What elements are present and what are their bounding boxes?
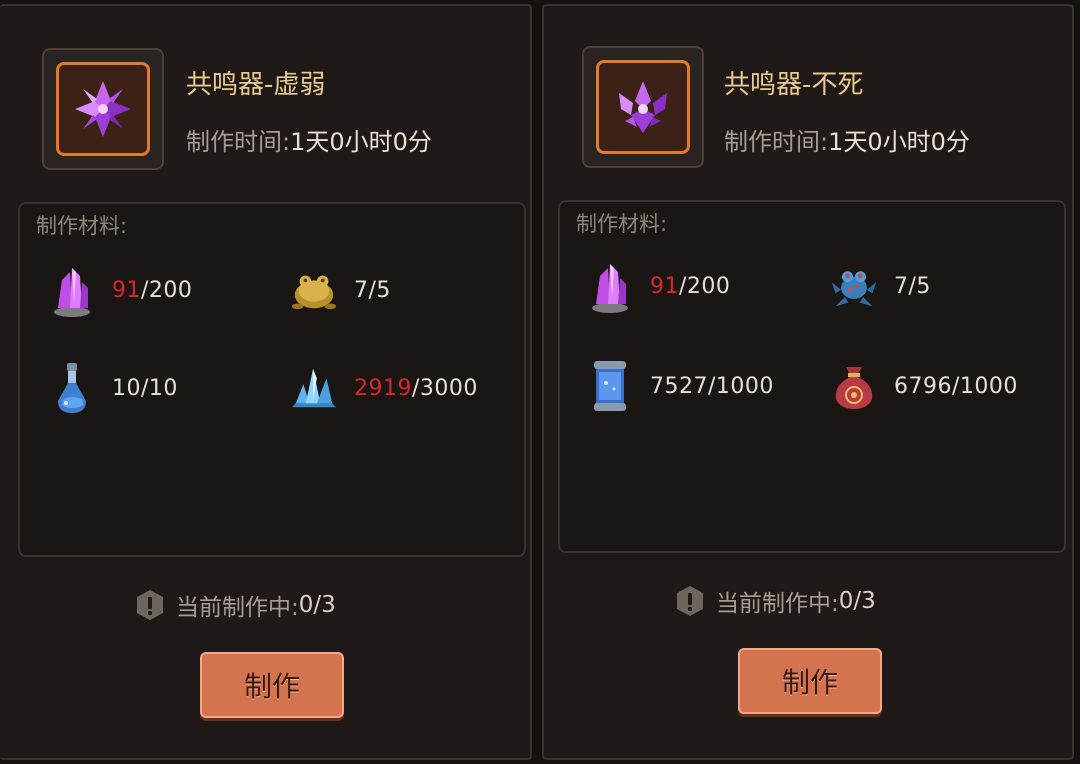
material-item[interactable]: 7/5 <box>290 262 391 318</box>
material-count: 10/10 <box>112 376 178 401</box>
material-need: /5 <box>368 277 391 303</box>
craft-time: 制作时间:1天0小时0分 <box>724 122 970 157</box>
material-item[interactable]: 7/5 <box>830 258 931 314</box>
item-icon-frame[interactable] <box>582 46 704 168</box>
status-value: 0/3 <box>298 592 336 618</box>
crafting-status: 当前制作中: 0/3 <box>676 584 876 618</box>
recipe-panel-undead: 共鸣器-不死 制作时间:1天0小时0分 制作材料: 91/200 7/5 752… <box>542 4 1074 760</box>
material-count: 91/200 <box>112 278 192 303</box>
material-have: 91 <box>112 277 141 303</box>
material-have: 6796 <box>894 373 952 399</box>
material-item[interactable]: 2919/3000 <box>290 360 478 416</box>
craft-button[interactable]: 制作 <box>200 652 344 718</box>
blue-crystal-cluster-icon <box>291 368 337 408</box>
material-have: 7527 <box>650 373 708 399</box>
alert-icon <box>677 586 703 616</box>
crafting-status: 当前制作中: 0/3 <box>136 588 336 622</box>
material-count: 7/5 <box>894 274 931 299</box>
status-label: 当前制作中: <box>716 591 839 617</box>
material-have: 7 <box>894 273 909 299</box>
blue-frog-icon <box>831 271 877 307</box>
recipe-title: 共鸣器-虚弱 <box>186 70 326 100</box>
material-have: 91 <box>650 273 679 299</box>
purple-crown-crystal-icon <box>619 81 667 133</box>
material-count: 6796/1000 <box>894 374 1018 399</box>
craft-button[interactable]: 制作 <box>738 648 882 714</box>
blue-potion-icon <box>58 363 86 413</box>
materials-box: 制作材料: 91/200 <box>18 202 526 557</box>
material-need: /1000 <box>708 373 774 399</box>
material-have: 2919 <box>354 375 412 401</box>
materials-label: 制作材料: <box>36 214 128 238</box>
materials-box: 制作材料: 91/200 <box>558 200 1066 553</box>
craft-time: 制作时间:1天0小时0分 <box>186 122 432 157</box>
status-label: 当前制作中: <box>176 595 299 621</box>
craft-time-value: 1天0小时0分 <box>290 128 432 156</box>
purple-star-crystal-icon <box>75 81 131 137</box>
material-count: 7527/1000 <box>650 374 774 399</box>
material-count: 7/5 <box>354 278 391 303</box>
material-count: 2919/3000 <box>354 376 478 401</box>
material-item[interactable]: 91/200 <box>48 262 192 318</box>
material-item[interactable]: 91/200 <box>586 258 730 314</box>
material-need: /5 <box>908 273 931 299</box>
material-item[interactable]: 7527/1000 <box>586 358 774 414</box>
material-need: /200 <box>141 277 193 303</box>
alert-icon <box>137 590 163 620</box>
material-item[interactable]: 10/10 <box>48 360 178 416</box>
purple-crystal-icon <box>54 268 90 317</box>
material-count: 91/200 <box>650 274 730 299</box>
material-need: /10 <box>141 375 178 401</box>
material-item[interactable]: 6796/1000 <box>830 358 1018 414</box>
status-value: 0/3 <box>838 588 876 614</box>
red-pouch-icon <box>835 367 873 409</box>
craft-time-label: 制作时间: <box>724 128 829 156</box>
craft-time-value: 1天0小时0分 <box>828 128 970 156</box>
material-need: /200 <box>679 273 731 299</box>
material-have: 10 <box>112 375 141 401</box>
craft-time-label: 制作时间: <box>186 128 291 156</box>
purple-crystal-icon <box>592 264 628 313</box>
recipe-title: 共鸣器-不死 <box>724 70 864 100</box>
material-have: 7 <box>354 277 369 303</box>
material-need: /3000 <box>412 375 478 401</box>
recipe-panel-weak: 共鸣器-虚弱 制作时间:1天0小时0分 制作材料: 91/200 7/5 10/… <box>0 4 532 760</box>
material-need: /1000 <box>952 373 1018 399</box>
blue-jar-icon <box>594 361 626 411</box>
materials-label: 制作材料: <box>576 212 668 236</box>
golden-toad-icon <box>291 275 337 310</box>
item-icon-frame[interactable] <box>42 48 164 170</box>
